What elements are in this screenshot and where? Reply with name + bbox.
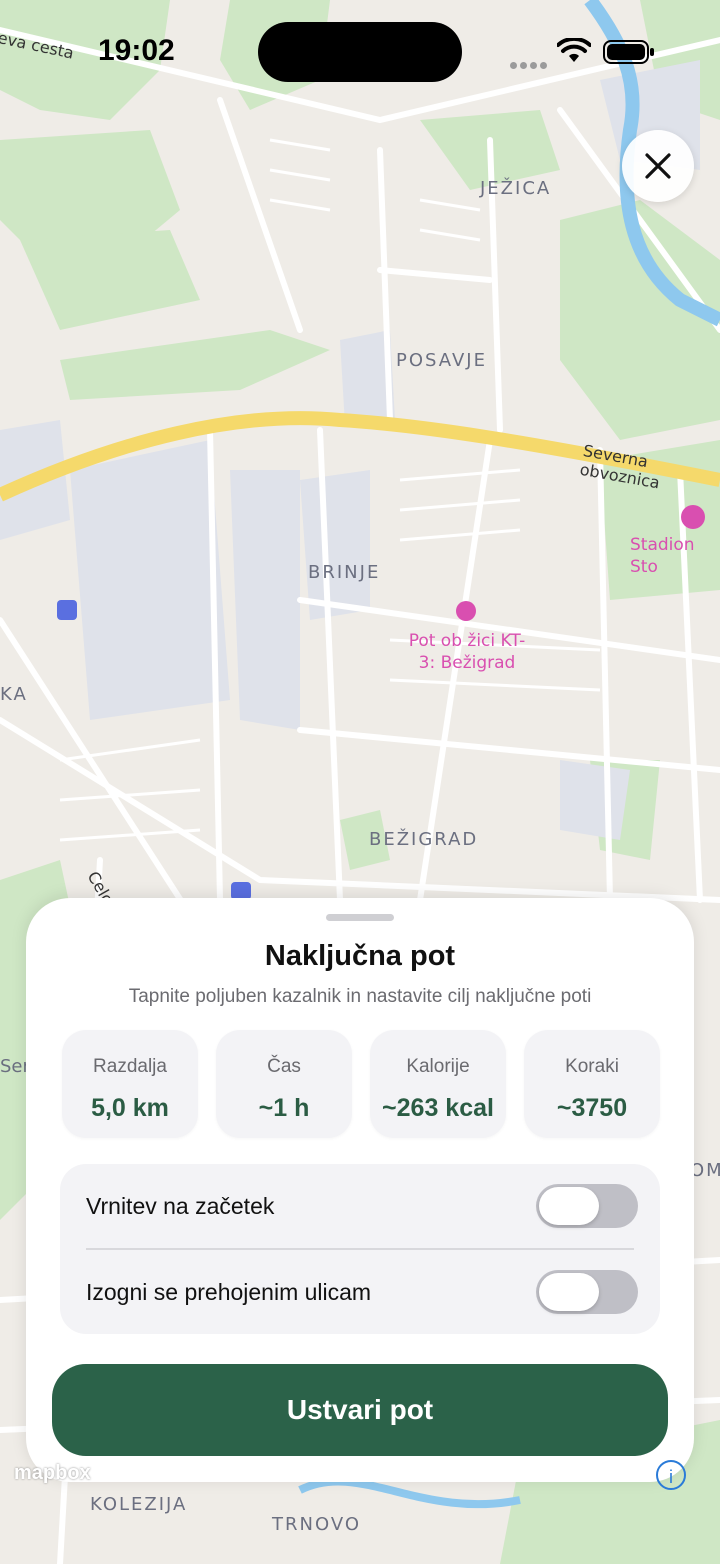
stat-value: ~3750 — [556, 1094, 628, 1122]
poi-label[interactable]: Stadion Sto — [630, 534, 720, 578]
sheet-title: Naključna pot — [264, 940, 456, 972]
district-label: TRNOVO — [272, 1514, 361, 1535]
train-station-icon — [57, 600, 77, 620]
stat-distance: Razdalja 5,0 km — [62, 1030, 198, 1138]
district-label: BRINJE — [308, 562, 381, 583]
stat-value: 5,0 km — [91, 1094, 169, 1122]
battery-icon — [603, 40, 654, 64]
district-label: KA — [0, 684, 28, 705]
info-icon[interactable]: i — [656, 1460, 686, 1490]
close-icon — [645, 153, 671, 179]
avoid-walked-streets-toggle[interactable] — [536, 1270, 638, 1314]
stat-value: ~263 kcal — [382, 1094, 494, 1122]
signal-dots-icon — [510, 56, 550, 74]
wifi-icon — [557, 38, 591, 62]
route-options: Vrnitev na začetek Izogni se prehojenim … — [60, 1164, 660, 1334]
toggle-knob — [539, 1187, 599, 1225]
stat-calories: Kalorije ~263 kcal — [370, 1030, 506, 1138]
stat-label: Koraki — [565, 1056, 619, 1077]
stat-label: Kalorije — [406, 1056, 470, 1077]
stadium-poi-icon — [681, 505, 705, 529]
district-label: OMA — [690, 1160, 720, 1181]
random-route-sheet: Naključna pot Tapnite poljuben kazalnik … — [26, 898, 694, 1482]
district-label: KOLEZIJA — [90, 1494, 188, 1515]
district-label: POSAVJE — [396, 350, 487, 371]
district-label: BEŽIGRAD — [369, 829, 479, 850]
poi-label[interactable]: Pot ob žici KT- 3: Bežigrad — [400, 630, 534, 674]
dynamic-island — [258, 22, 462, 82]
stat-time: Čas ~1 h — [216, 1030, 352, 1138]
stat-steps: Koraki ~3750 — [524, 1030, 660, 1138]
stat-label: Čas — [267, 1056, 301, 1077]
sheet-grabber[interactable] — [326, 914, 394, 921]
option-label: Izogni se prehojenim ulicam — [86, 1279, 372, 1305]
toggle-knob — [539, 1273, 599, 1311]
camera-poi-icon — [456, 601, 476, 621]
stat-label: Razdalja — [93, 1056, 167, 1077]
sheet-subtitle: Tapnite poljuben kazalnik in nastavite c… — [128, 986, 592, 1007]
close-button[interactable] — [622, 130, 694, 202]
create-route-button[interactable]: Ustvari pot — [52, 1364, 668, 1456]
mapbox-logo[interactable]: mapbox — [14, 1462, 91, 1485]
status-time: 19:02 — [98, 34, 175, 67]
district-label: JEŽICA — [480, 178, 552, 199]
stat-value: ~1 h — [258, 1094, 310, 1122]
option-avoid-walked-streets: Izogni se prehojenim ulicam — [60, 1250, 660, 1334]
option-label: Vrnitev na začetek — [86, 1193, 275, 1219]
option-return-to-start: Vrnitev na začetek — [60, 1164, 660, 1248]
return-to-start-toggle[interactable] — [536, 1184, 638, 1228]
